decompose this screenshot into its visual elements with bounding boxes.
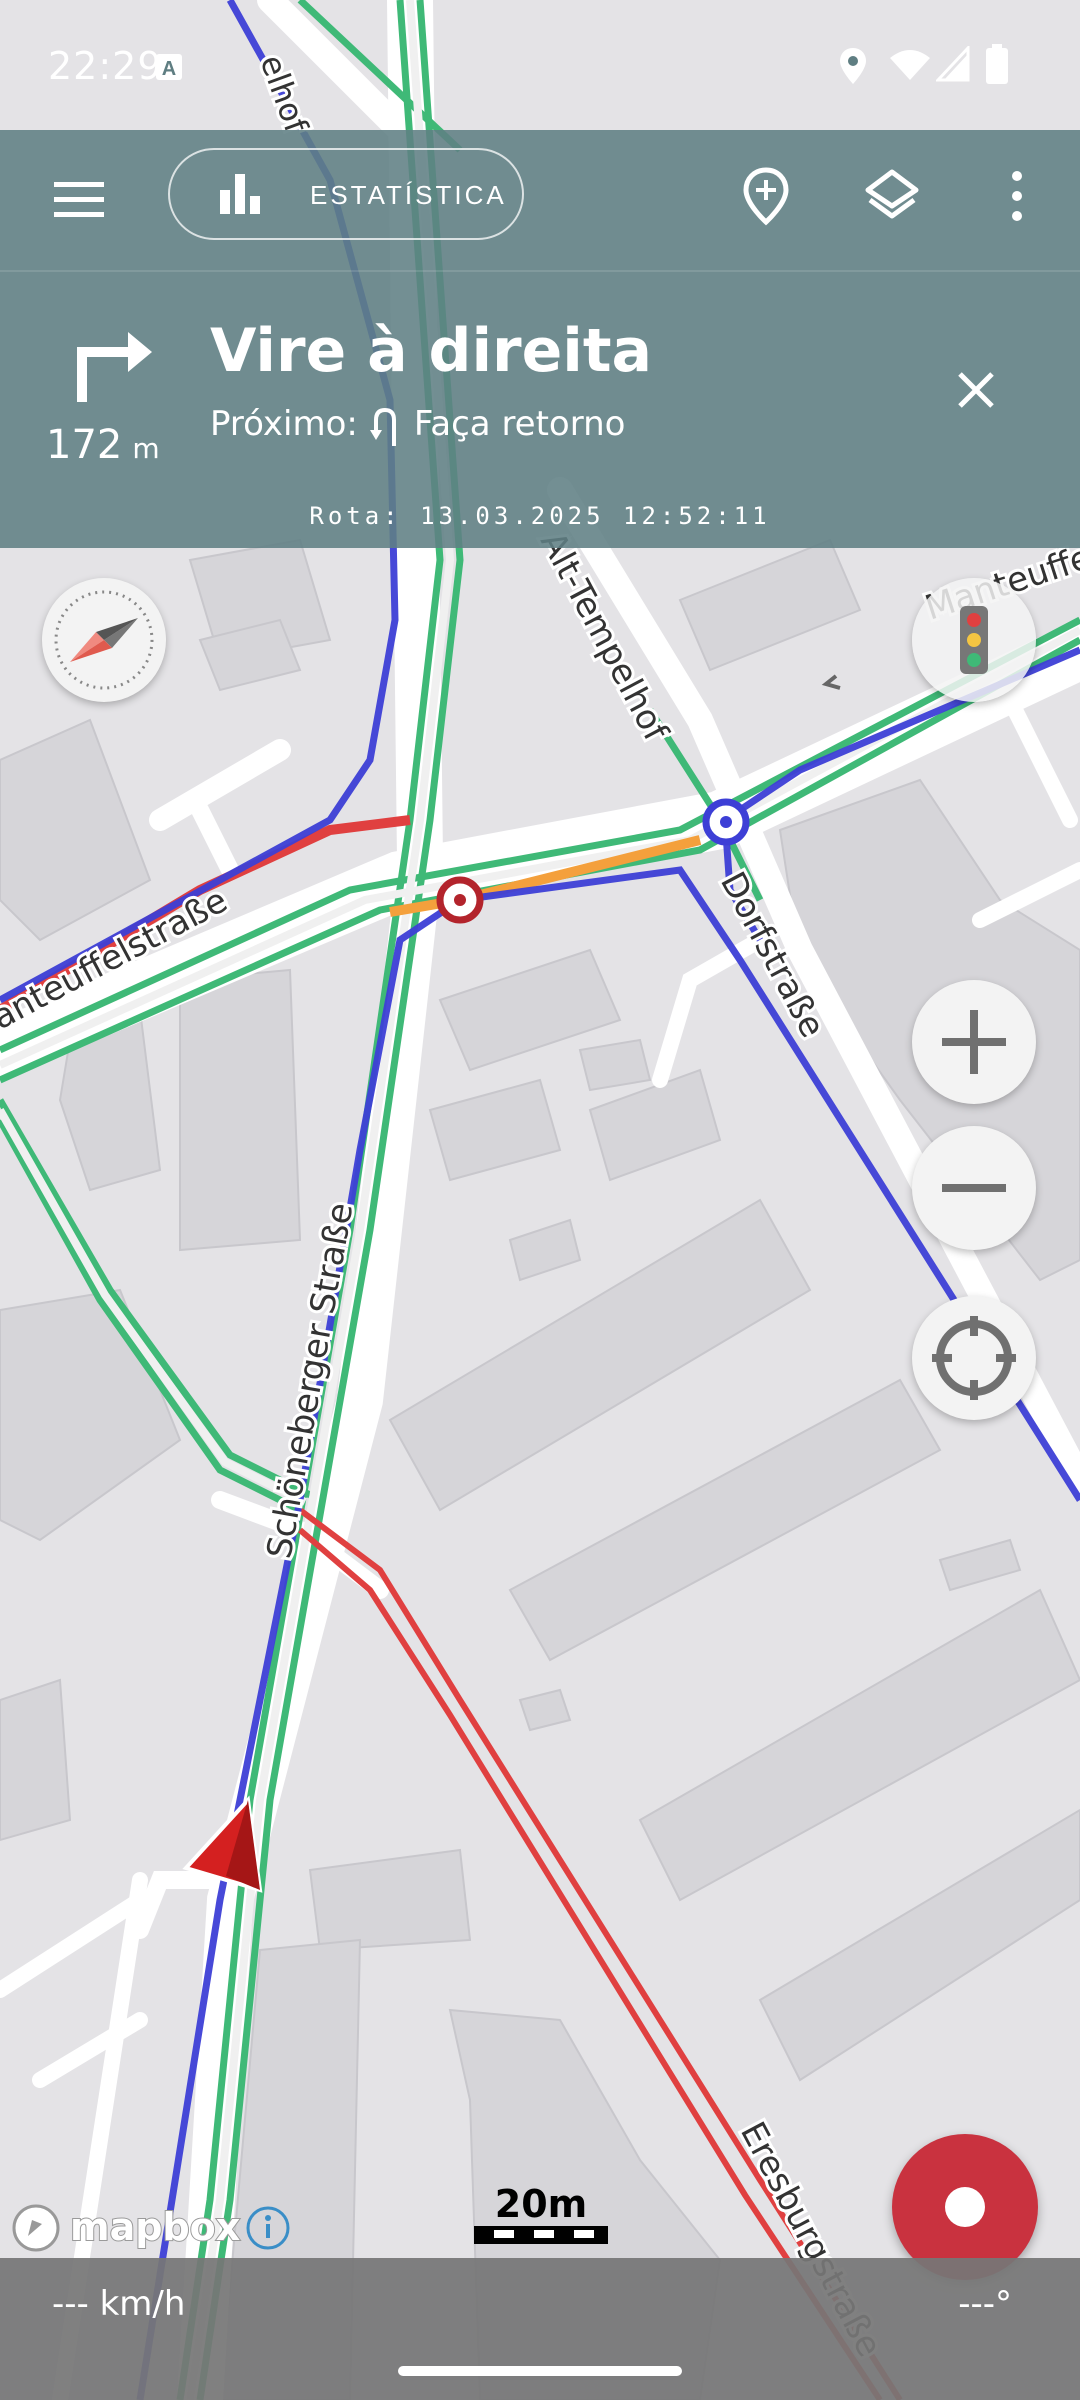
more-vert-icon[interactable] — [990, 166, 1044, 226]
add-location-icon[interactable] — [736, 166, 796, 226]
compass-button[interactable] — [42, 578, 166, 702]
scale-ruler — [474, 2226, 608, 2244]
traffic-button[interactable] — [912, 578, 1036, 702]
battery-icon — [986, 44, 1008, 84]
scale-label: 20m — [494, 2182, 588, 2226]
statistics-label: ESTATÍSTICA — [310, 180, 507, 210]
svg-text:A: A — [162, 58, 176, 80]
zoom-out-button[interactable] — [912, 1126, 1036, 1250]
distance-unit: m — [132, 432, 160, 465]
menu-icon[interactable] — [52, 176, 108, 224]
minus-icon — [942, 1184, 1006, 1192]
locate-button[interactable] — [912, 1296, 1036, 1420]
bar-chart-icon — [220, 174, 260, 214]
layers-icon[interactable] — [862, 166, 922, 226]
statistics-button[interactable]: ESTATÍSTICA — [168, 148, 524, 240]
traffic-light-icon — [960, 606, 988, 674]
heading-readout: ---° — [958, 2284, 1012, 2324]
turn-right-icon — [77, 332, 152, 402]
toolbar: ESTATÍSTICA — [0, 130, 1080, 270]
next-instruction: Faça retorno — [413, 404, 626, 444]
wifi-icon — [890, 50, 930, 80]
speed-readout: --- km/h — [52, 2284, 186, 2324]
next-label: Próximo: — [210, 404, 358, 444]
route-info: Rota: 13.03.2025 12:52:11 — [309, 502, 771, 530]
location-icon — [840, 48, 866, 84]
mapbox-logo-text: mapbox — [70, 2205, 240, 2249]
scale-bar: 20m — [474, 2182, 608, 2251]
a-notification-icon: A — [156, 54, 182, 80]
map-attribution: mapbox — [10, 2200, 300, 2256]
status-time: 22:29 — [48, 44, 163, 88]
u-turn-icon — [369, 407, 396, 446]
bottom-bar: --- km/h ---° — [0, 2258, 1080, 2400]
zoom-in-button[interactable] — [912, 980, 1036, 1104]
next-maneuver: Próximo: Faça retorno — [210, 404, 625, 446]
close-icon[interactable] — [948, 362, 1004, 418]
plus-icon — [942, 1010, 1006, 1074]
navigation-panel: 172 m Vire à direita Próximo: Faça retorn… — [0, 270, 1080, 548]
distance-value: 172 — [46, 422, 123, 468]
record-icon — [945, 2187, 985, 2227]
maneuver-distance: 172 m — [46, 422, 160, 468]
compass-icon — [54, 590, 154, 690]
signal-icon — [936, 46, 970, 82]
maneuver-instruction: Vire à direita — [210, 316, 653, 386]
home-indicator[interactable] — [398, 2366, 682, 2376]
status-bar: 22:29 A — [0, 0, 1080, 130]
crosshair-icon — [932, 1316, 1016, 1400]
